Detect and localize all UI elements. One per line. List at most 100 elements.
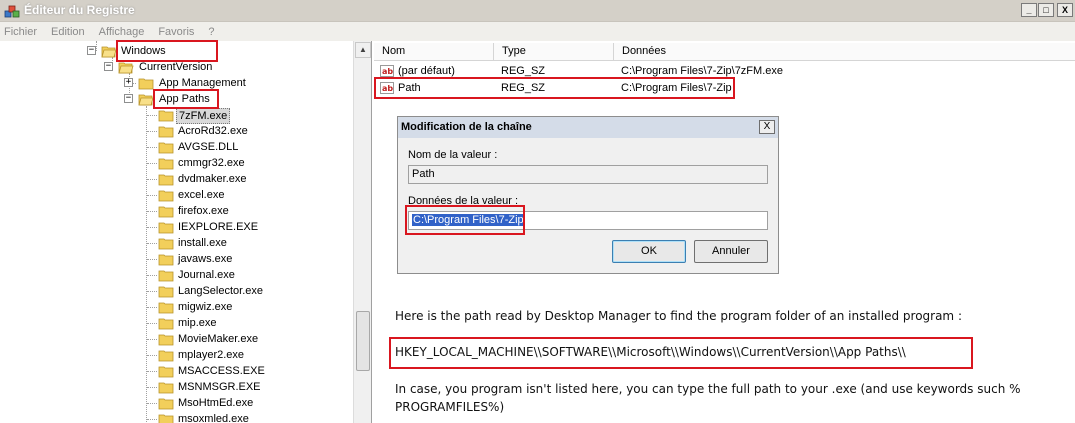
tree-scrollbar[interactable]: ▲ [353, 41, 371, 423]
tree-node-app-path-entry[interactable]: MsoHtmEd.exe [0, 395, 352, 411]
collapse-toggle-icon[interactable]: − [104, 62, 113, 71]
tree-node-app-path-entry[interactable]: AVGSE.DLL [0, 139, 352, 155]
tree-node-app-path-entry[interactable]: AcroRd32.exe [0, 123, 352, 139]
tree-node-label: IEXPLORE.EXE [178, 221, 259, 233]
folder-icon [138, 78, 154, 90]
cancel-button[interactable]: Annuler [694, 240, 768, 263]
expand-toggle-icon[interactable]: + [124, 78, 133, 87]
tree-node-label: cmmgr32.exe [178, 157, 245, 169]
tree-node-label: MSACCESS.EXE [178, 365, 265, 377]
close-button[interactable]: X [1057, 3, 1073, 17]
tree-node-app-path-entry[interactable]: MSACCESS.EXE [0, 363, 352, 379]
collapse-toggle-icon[interactable]: − [124, 94, 133, 103]
menu-favoris[interactable]: Favoris [158, 26, 194, 38]
open-folder-icon [101, 46, 117, 58]
registry-path-text: HKEY_LOCAL_MACHINE\\SOFTWARE\\Microsoft\… [395, 345, 906, 359]
tree-node-app-path-entry[interactable]: 7zFM.exe [0, 107, 352, 124]
string-value-icon: ab [380, 65, 394, 77]
value-name-field: Path [408, 165, 768, 184]
tree-node-label: Journal.exe [178, 269, 235, 281]
folder-icon [158, 110, 174, 122]
column-header-nom[interactable]: Nom [374, 43, 494, 61]
folder-icon [158, 366, 174, 378]
tree-node-app-path-entry[interactable]: mplayer2.exe [0, 347, 352, 363]
tree-node-app-path-entry[interactable]: cmmgr32.exe [0, 155, 352, 171]
folder-icon [158, 158, 174, 170]
tree-node-label: 7zFM.exe [176, 108, 231, 124]
tree-node-app-path-entry[interactable]: LangSelector.exe [0, 283, 352, 299]
menu-affichage[interactable]: Affichage [99, 26, 145, 38]
dialog-title: Modification de la chaîne [401, 121, 532, 133]
collapse-toggle-icon[interactable]: − [87, 46, 96, 55]
folder-icon [158, 126, 174, 138]
folder-icon [158, 414, 174, 423]
tree-node-app-path-entry[interactable]: javaws.exe [0, 251, 352, 267]
dialog-title-bar: Modification de la chaîne X [398, 117, 778, 138]
folder-icon [158, 254, 174, 266]
tree-node-label: msoxmled.exe [178, 413, 249, 423]
tree-node-app-path-entry[interactable]: mip.exe [0, 315, 352, 331]
column-header-type[interactable]: Type [494, 43, 614, 61]
tree-node-app-path-entry[interactable]: MSNMSGR.EXE [0, 379, 352, 395]
minimize-button[interactable]: _ [1021, 3, 1037, 17]
tree-node-label: mip.exe [178, 317, 217, 329]
tree-node-label: MsoHtmEd.exe [178, 397, 254, 409]
tree-node-label: javaws.exe [178, 253, 233, 265]
folder-icon [158, 398, 174, 410]
value-data: C:\Program Files\7-Zip\7zFM.exe [621, 65, 783, 77]
scroll-up-arrow-icon[interactable]: ▲ [355, 42, 371, 58]
tree-node-label: CurrentVersion [139, 61, 213, 73]
folder-icon [158, 270, 174, 282]
tree-node-label: mplayer2.exe [178, 349, 245, 361]
folder-icon [158, 350, 174, 362]
value-type: REG_SZ [501, 65, 546, 77]
registry-editor-icon [4, 5, 20, 18]
folder-icon [158, 206, 174, 218]
edit-string-dialog: Modification de la chaîne X Nom de la va… [397, 116, 779, 274]
column-header-donnees[interactable]: Données [614, 43, 1075, 61]
tree-node-label: migwiz.exe [178, 301, 233, 313]
folder-icon [158, 318, 174, 330]
folder-icon [158, 142, 174, 154]
tree-node-app-path-entry[interactable]: IEXPLORE.EXE [0, 219, 352, 235]
tree-node-label: install.exe [178, 237, 227, 249]
annotation-box-app-paths [153, 89, 219, 109]
folder-icon [158, 190, 174, 202]
tree-node-app-path-entry[interactable]: excel.exe [0, 187, 352, 203]
value-name: (par défaut) [398, 65, 455, 77]
ok-button[interactable]: OK [612, 240, 686, 263]
intro-note: Here is the path read by Desktop Manager… [395, 309, 962, 323]
tree-node-label: AcroRd32.exe [178, 125, 248, 137]
scroll-thumb[interactable] [356, 311, 370, 371]
menu-edition[interactable]: Edition [51, 26, 85, 38]
window-title: Éditeur du Registre [24, 3, 135, 17]
list-header: Nom Type Données [374, 43, 1075, 61]
tree-node-label: App Management [159, 77, 246, 89]
tree-node-label: excel.exe [178, 189, 225, 201]
folder-icon [158, 302, 174, 314]
tree-node-app-path-entry[interactable]: firefox.exe [0, 203, 352, 219]
tree-node-label: AVGSE.DLL [178, 141, 239, 153]
dialog-close-button[interactable]: X [759, 120, 775, 134]
folder-icon [158, 334, 174, 346]
tree-node-app-path-entry[interactable]: MovieMaker.exe [0, 331, 352, 347]
tree-node-label: dvdmaker.exe [178, 173, 247, 185]
menu-fichier[interactable]: Fichier [4, 26, 37, 38]
annotation-box-value-data [405, 205, 525, 235]
folder-icon [158, 382, 174, 394]
tree-node-app-path-entry[interactable]: migwiz.exe [0, 299, 352, 315]
annotation-box-path-row [374, 77, 735, 99]
maximize-button[interactable]: □ [1038, 3, 1054, 17]
tree-node-app-path-entry[interactable]: Journal.exe [0, 267, 352, 283]
menu-help[interactable]: ? [208, 26, 214, 38]
fallback-note: In case, you program isn't listed here, … [395, 382, 1021, 414]
svg-text:ab: ab [382, 67, 393, 76]
folder-icon [158, 286, 174, 298]
tree-node-app-path-entry[interactable]: dvdmaker.exe [0, 171, 352, 187]
tree-node-app-path-entry[interactable]: install.exe [0, 235, 352, 251]
open-folder-icon [118, 62, 134, 74]
tree-node-app-path-entry[interactable]: msoxmled.exe [0, 411, 352, 423]
folder-icon [158, 174, 174, 186]
tree-node-label: LangSelector.exe [178, 285, 264, 297]
open-folder-icon [138, 94, 154, 106]
